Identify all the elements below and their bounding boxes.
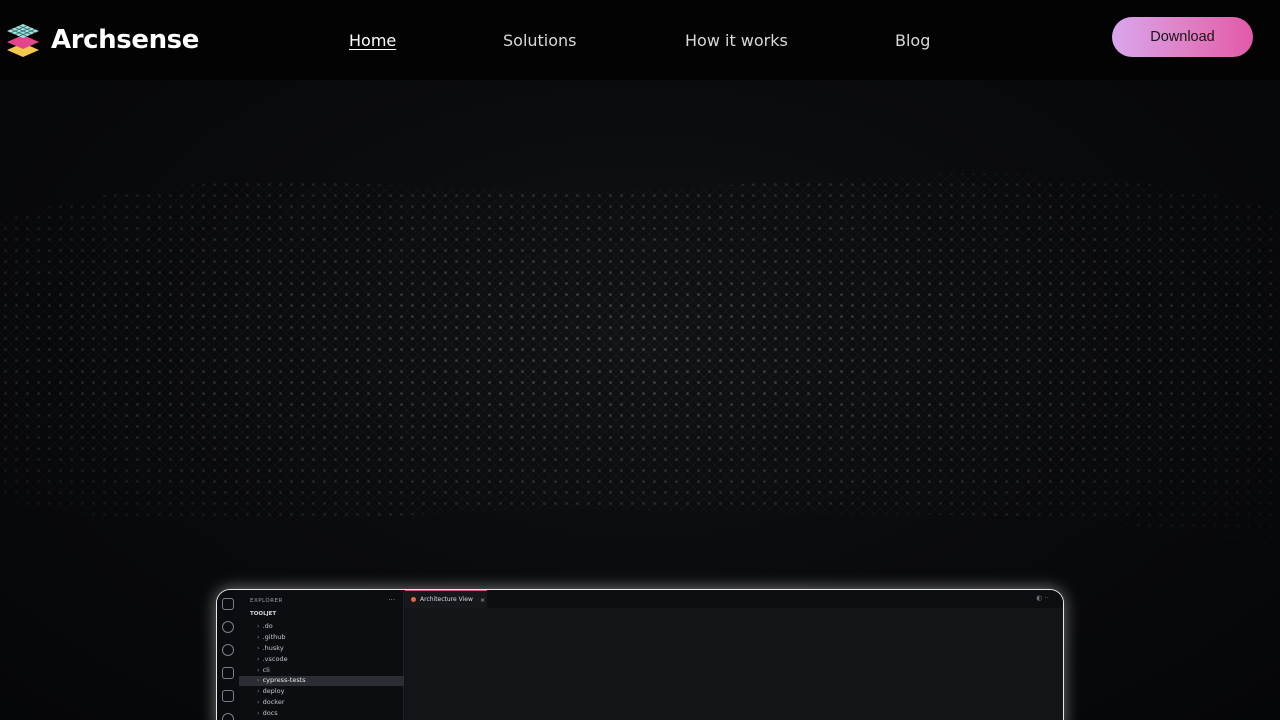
tree-item[interactable]: › .do — [257, 622, 273, 630]
tab-architecture-view[interactable]: Architecture View × — [405, 590, 487, 608]
chevron-right-icon: › — [257, 633, 260, 641]
tree-item-selected[interactable]: › cypress-tests — [239, 676, 404, 686]
tree-item[interactable]: › .github — [257, 633, 286, 641]
hero-section: EXPLORER ··· TOOLJET › .do › .github › .hus… — [0, 80, 1280, 720]
tree-item-label: .husky — [262, 644, 284, 652]
top-navbar: Archsense Home Solutions How it works Bl… — [0, 0, 1280, 80]
files-icon — [222, 598, 234, 610]
editor-actions-icon[interactable]: ◐ ·· — [1036, 594, 1049, 602]
nav-link-home[interactable]: Home — [349, 31, 396, 50]
brand-name: Archsense — [51, 25, 199, 55]
tree-item[interactable]: › docs — [257, 709, 278, 717]
tree-item-label: .do — [262, 622, 273, 630]
tree-item-label: cli — [262, 666, 270, 674]
run-debug-icon — [222, 667, 234, 679]
ide-preview: EXPLORER ··· TOOLJET › .do › .github › .hus… — [216, 589, 1064, 720]
editor-tab-bar: Architecture View × ◐ ·· — [405, 590, 1063, 608]
extensions-icon — [222, 690, 234, 702]
tree-item-label: .github — [262, 633, 286, 641]
tab-label: Architecture View — [420, 596, 473, 603]
explorer-title: EXPLORER — [250, 598, 283, 604]
architecture-file-icon — [411, 597, 416, 602]
tree-item-label: docker — [262, 698, 285, 706]
tree-item[interactable]: › cli — [257, 666, 270, 674]
account-icon — [222, 713, 234, 720]
nav-link-solutions[interactable]: Solutions — [503, 31, 577, 50]
chevron-right-icon: › — [257, 655, 260, 663]
source-control-icon — [222, 644, 234, 656]
explorer-panel: EXPLORER ··· TOOLJET › .do › .github › .hus… — [239, 590, 404, 720]
tree-item-label: deploy — [262, 687, 285, 695]
tree-item-label: cypress-tests — [262, 676, 306, 684]
chevron-right-icon: › — [257, 709, 260, 717]
tree-item[interactable]: › docker — [257, 698, 285, 706]
close-icon[interactable]: × — [480, 596, 485, 604]
chevron-right-icon: › — [257, 622, 260, 630]
brand[interactable]: Archsense — [5, 20, 199, 60]
nav-link-how-it-works[interactable]: How it works — [685, 31, 788, 50]
activity-bar — [217, 590, 239, 720]
tree-item[interactable]: › .husky — [257, 644, 284, 652]
more-actions-icon[interactable]: ··· — [388, 596, 395, 604]
chevron-right-icon: › — [257, 687, 260, 695]
editor-area[interactable] — [405, 608, 1063, 720]
stacked-layers-logo-icon — [7, 24, 39, 57]
chevron-right-icon: › — [257, 644, 260, 652]
download-button[interactable]: Download — [1112, 17, 1253, 57]
chevron-right-icon: › — [257, 666, 260, 674]
tree-item-label: docs — [262, 709, 278, 717]
nav-link-blog[interactable]: Blog — [895, 31, 930, 50]
tree-item[interactable]: › .vscode — [257, 655, 288, 663]
chevron-right-icon: › — [257, 676, 260, 684]
tree-item[interactable]: › deploy — [257, 687, 285, 695]
search-icon — [222, 621, 234, 633]
root-folder[interactable]: TOOLJET — [250, 611, 276, 617]
tree-item-label: .vscode — [262, 655, 288, 663]
chevron-right-icon: › — [257, 698, 260, 706]
